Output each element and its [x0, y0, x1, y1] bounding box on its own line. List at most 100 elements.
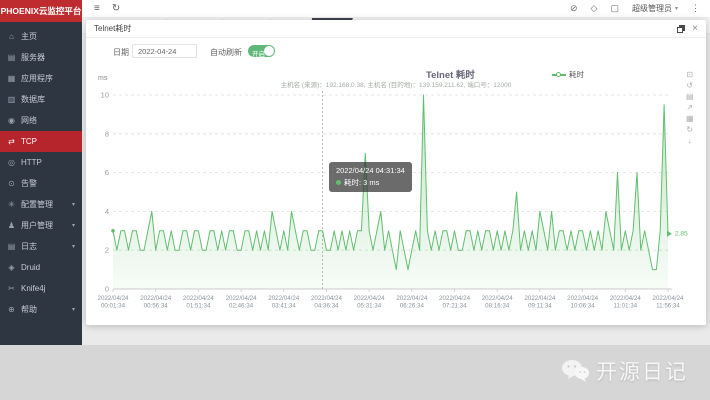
svg-text:2022/04/2411:01:34: 2022/04/2411:01:34: [610, 295, 642, 310]
filter-row: 日期 自动刷新 开启: [86, 38, 706, 66]
fullscreen-icon[interactable]: ▢: [610, 3, 619, 14]
telnet-chart: ms Telnet 耗时 耗时 主机名 (来源)：192.168.0.38, 主…: [86, 66, 706, 322]
sidebar-item-home[interactable]: ⌂ 主页: [0, 26, 82, 47]
svg-text:2022/04/2409:11:34: 2022/04/2409:11:34: [524, 295, 556, 310]
log-icon: ▤: [7, 242, 16, 251]
sidebar-item-label: 应用程序: [21, 73, 53, 84]
bar-chart-icon[interactable]: ▦: [686, 114, 694, 123]
sidebar-item-application[interactable]: ▦ 应用程序: [0, 68, 82, 89]
svg-text:2022/04/2411:56:34: 2022/04/2411:56:34: [653, 295, 685, 310]
date-label: 日期: [113, 47, 129, 58]
tooltip-value: 耗时: 3 ms: [344, 177, 379, 188]
network-icon: ◉: [7, 116, 16, 125]
line-chart-icon[interactable]: ↗: [686, 103, 694, 112]
tooltip-series-dot: [336, 180, 341, 185]
config-icon: ✳: [7, 200, 16, 209]
tag-icon[interactable]: ◇: [591, 3, 598, 14]
toggle-on-label: 开启: [252, 48, 265, 58]
sidebar-item-label: 告警: [21, 178, 37, 189]
watermark: 开源日记: [560, 356, 688, 386]
chevron-down-icon: ▾: [72, 222, 75, 229]
telnet-panel: Telnet耗时 × 日期 自动刷新 开启 ms Telnet 耗时: [86, 20, 706, 325]
sidebar-item-alarm[interactable]: ⊙告警: [0, 173, 82, 194]
screen: PHOENIX云监控平台 ⌂ 主页 ▤ 服务器 ▦ 应用程序 ▥数据库 ◉ 网络 ⇄TCP ◎ HTT…: [0, 0, 710, 400]
data-view-icon[interactable]: ▤: [686, 92, 694, 101]
wechat-icon: [560, 358, 590, 384]
sidebar-item-database[interactable]: ▥数据库: [0, 89, 82, 110]
refresh-icon[interactable]: ↻: [112, 3, 120, 14]
sidebar-item-tcp[interactable]: ⇄TCP: [0, 131, 82, 152]
sidebar-item-label: TCP: [21, 137, 37, 146]
chevron-down-icon: ▾: [72, 243, 75, 250]
application-icon: ▦: [7, 74, 16, 83]
sidebar-item-label: HTTP: [21, 158, 42, 167]
user-name: 超级管理员: [632, 3, 672, 14]
svg-text:2022/04/2400:01:34: 2022/04/2400:01:34: [98, 295, 130, 310]
http-icon: ◎: [7, 158, 16, 167]
sidebar-item-user-mgmt[interactable]: ♟ 用户管理 ▾: [0, 215, 82, 236]
svg-text:4: 4: [105, 207, 109, 216]
server-icon: ▤: [7, 53, 16, 62]
sidebar-item-label: 日志: [21, 241, 37, 252]
svg-text:2022/04/2405:31:34: 2022/04/2405:31:34: [354, 295, 386, 310]
svg-text:2022/04/2402:46:34: 2022/04/2402:46:34: [226, 295, 258, 310]
svg-text:2022/04/2408:16:34: 2022/04/2408:16:34: [482, 295, 514, 310]
chevron-down-icon: ▾: [675, 5, 678, 12]
bottom-band: 开源日记: [0, 345, 710, 400]
user-mgmt-icon: ♟: [7, 221, 16, 230]
svg-text:2022/04/2401:51:34: 2022/04/2401:51:34: [183, 295, 215, 310]
sidebar-item-server[interactable]: ▤ 服务器: [0, 47, 82, 68]
svg-text:2.85: 2.85: [675, 231, 688, 238]
chart-tooltip: 2022/04/24 04:31:34 耗时: 3 ms: [329, 162, 412, 192]
knife4j-icon: ✂: [7, 284, 16, 293]
app-logo: PHOENIX云监控平台: [0, 0, 82, 22]
druid-icon: ◈: [7, 263, 16, 272]
sidebar-item-label: 服务器: [21, 52, 45, 63]
menu-toggle-icon[interactable]: ≡: [94, 3, 100, 14]
sidebar-item-label: 帮助: [21, 304, 37, 315]
sidebar-item-label: 配置管理: [21, 199, 53, 210]
user-dropdown[interactable]: 超级管理员 ▾: [632, 3, 678, 14]
tooltip-time: 2022/04/24 04:31:34: [336, 166, 405, 175]
sidebar-item-knife4j[interactable]: ✂ Knife4j: [0, 278, 82, 299]
close-icon[interactable]: ×: [692, 25, 698, 33]
svg-text:10: 10: [101, 91, 109, 100]
home-icon: ⌂: [7, 32, 16, 41]
help-icon: ⊕: [7, 305, 16, 314]
svg-text:2022/04/2403:41:34: 2022/04/2403:41:34: [268, 295, 300, 310]
zoom-box-icon[interactable]: ⊡: [686, 70, 694, 79]
save-image-icon[interactable]: ↓: [686, 136, 694, 145]
panel-title: Telnet耗时: [94, 23, 131, 34]
telnet-chart-svg[interactable]: 02468102022/04/2400:01:342022/04/2400:56…: [86, 66, 706, 322]
sidebar-item-label: Druid: [21, 263, 40, 272]
restore-icon[interactable]: ↻: [686, 125, 694, 134]
sidebar-item-http[interactable]: ◎ HTTP: [0, 152, 82, 173]
clear-cache-icon[interactable]: ⊘: [570, 3, 578, 14]
chart-toolbox: ⊡ ↺ ▤ ↗ ▦ ↻ ↓: [686, 70, 694, 145]
svg-text:2022/04/2407:21:34: 2022/04/2407:21:34: [439, 295, 471, 310]
sidebar-item-label: 主页: [21, 31, 37, 42]
chevron-down-icon: ▾: [72, 201, 75, 208]
sidebar-item-log[interactable]: ▤ 日志 ▾: [0, 236, 82, 257]
svg-text:8: 8: [105, 129, 109, 138]
svg-text:2022/04/2400:56:34: 2022/04/2400:56:34: [140, 295, 172, 310]
svg-text:0: 0: [105, 285, 109, 294]
svg-text:6: 6: [105, 168, 109, 177]
zoom-reset-icon[interactable]: ↺: [686, 81, 694, 90]
main-area: ≡ ↻ ⊘ ◇ ▢ 超级管理员 ▾ ⋮ « ⌂ 服务器×应用程序×数据库×网络×…: [82, 0, 710, 345]
sidebar-item-label: 用户管理: [21, 220, 53, 231]
sidebar-item-help[interactable]: ⊕帮助▾: [0, 299, 82, 320]
toggle-knob: [264, 46, 274, 56]
svg-text:2022/04/2404:36:34: 2022/04/2404:36:34: [311, 295, 343, 310]
restore-window-icon[interactable]: [677, 25, 685, 33]
sidebar-item-druid[interactable]: ◈ Druid: [0, 257, 82, 278]
sidebar-item-label: 网络: [21, 115, 37, 126]
more-vertical-icon[interactable]: ⋮: [691, 3, 700, 14]
sidebar-item-label: Knife4j: [21, 284, 45, 293]
auto-refresh-label: 自动刷新: [210, 47, 242, 58]
sidebar-item-config[interactable]: ✳ 配置管理 ▾: [0, 194, 82, 215]
svg-text:2022/04/2410:06:34: 2022/04/2410:06:34: [567, 295, 599, 310]
date-input[interactable]: [132, 44, 197, 58]
sidebar-item-network[interactable]: ◉ 网络: [0, 110, 82, 131]
auto-refresh-toggle[interactable]: 开启: [248, 45, 275, 57]
